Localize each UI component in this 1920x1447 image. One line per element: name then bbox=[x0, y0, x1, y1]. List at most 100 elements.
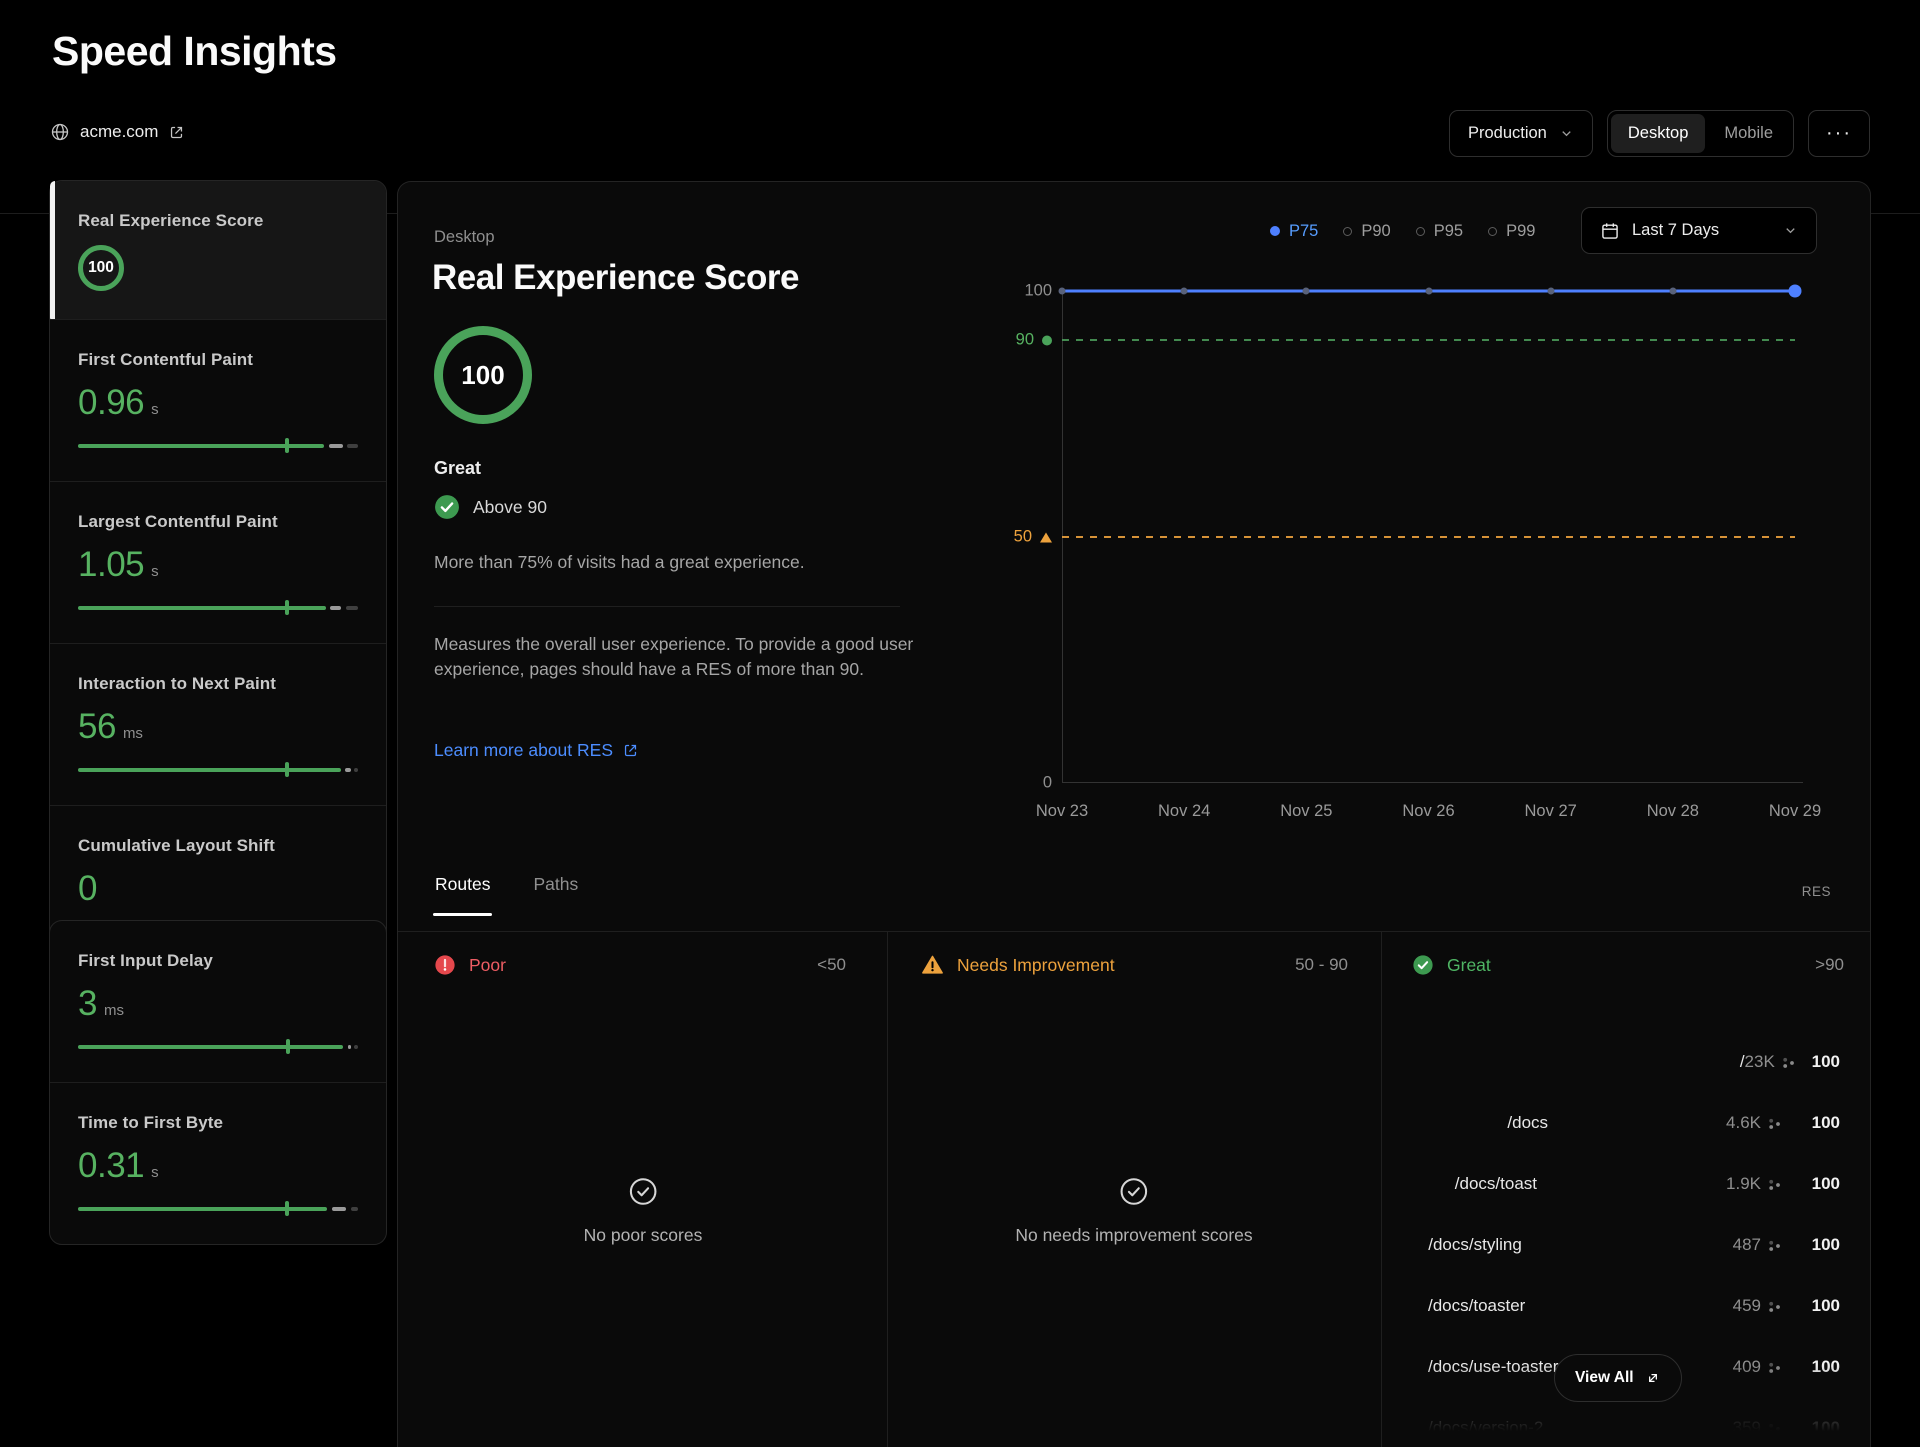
bar-p75-tick bbox=[286, 1039, 290, 1054]
metric-card-first-input-delay[interactable]: First Input Delay3ms bbox=[50, 921, 386, 1082]
x-tick-nov-23: Nov 23 bbox=[1036, 802, 1088, 821]
legend-ring-icon bbox=[1416, 227, 1425, 236]
rating-detail-row: Above 90 bbox=[434, 494, 547, 520]
metric-value: 3ms bbox=[78, 984, 358, 1024]
tab-paths[interactable]: Paths bbox=[533, 874, 578, 916]
route-path: /docs/version-2 bbox=[1428, 1418, 1733, 1438]
samples-icon bbox=[1768, 1422, 1782, 1436]
tab-routes[interactable]: Routes bbox=[435, 874, 490, 916]
needs-improvement-label: Needs Improvement bbox=[957, 955, 1115, 976]
metric-card-time-to-first-byte[interactable]: Time to First Byte0.31s bbox=[50, 1082, 386, 1244]
percentile-legend: P75 P90 P95 P99 bbox=[1270, 218, 1535, 244]
bar-mid-segment bbox=[330, 606, 341, 610]
legend-item-p90[interactable]: P90 bbox=[1343, 222, 1390, 241]
rating-detail-text: Above 90 bbox=[473, 497, 547, 518]
device-toggle-desktop[interactable]: Desktop bbox=[1611, 114, 1706, 153]
device-toggle-mobile[interactable]: Mobile bbox=[1707, 114, 1790, 153]
x-tick-nov-29: Nov 29 bbox=[1769, 802, 1821, 821]
route-row--docs-toast[interactable]: /docs/toast1.9K 100 bbox=[1401, 1159, 1856, 1209]
more-options-button[interactable]: ··· bbox=[1808, 110, 1870, 157]
bar-end-segment bbox=[354, 768, 358, 772]
legend-ring-icon bbox=[1343, 227, 1352, 236]
bar-end-segment bbox=[351, 1207, 358, 1211]
bar-end-segment bbox=[347, 444, 358, 448]
description-text: Measures the overall user experience. To… bbox=[434, 632, 934, 683]
res-column-label: RES bbox=[1802, 884, 1831, 899]
speed-insights-page: Speed Insights acme.com Production Deskt… bbox=[0, 0, 1920, 1447]
view-all-button[interactable]: View All bbox=[1554, 1354, 1682, 1402]
external-link-icon[interactable] bbox=[168, 124, 185, 141]
bar-p75-tick bbox=[285, 1201, 289, 1216]
route-row--[interactable]: /23K100 bbox=[1401, 1037, 1856, 1087]
legend-ring-icon bbox=[1488, 227, 1497, 236]
y-tick-label: 90 bbox=[1016, 331, 1034, 350]
needs-improvement-range: 50 - 90 bbox=[1295, 955, 1348, 975]
poor-label: Poor bbox=[469, 955, 506, 976]
bar-end-segment bbox=[354, 1045, 358, 1049]
bar-mid-segment bbox=[332, 1207, 347, 1211]
metric-distribution-bar bbox=[78, 1039, 358, 1054]
threshold-dot-icon bbox=[1042, 335, 1052, 345]
y-tick-label: 50 bbox=[1014, 528, 1032, 547]
x-tick-nov-28: Nov 28 bbox=[1647, 802, 1699, 821]
domain-row: acme.com bbox=[50, 122, 185, 142]
bar-good-segment bbox=[78, 606, 326, 610]
bar-mid-segment bbox=[329, 444, 343, 448]
legend-item-p75[interactable]: P75 bbox=[1270, 222, 1318, 241]
routes-paths-tabs: Routes Paths bbox=[435, 874, 578, 916]
bar-mid-segment bbox=[345, 768, 351, 772]
metric-unit: ms bbox=[123, 725, 143, 742]
legend-label: P90 bbox=[1361, 222, 1390, 241]
legend-item-p99[interactable]: P99 bbox=[1488, 222, 1535, 241]
route-count: 487 bbox=[1733, 1235, 1761, 1255]
great-range: >90 bbox=[1815, 955, 1844, 975]
learn-more-link[interactable]: Learn more about RES bbox=[434, 740, 639, 761]
metric-card-real-experience-score[interactable]: Real Experience Score100 bbox=[50, 181, 386, 319]
x-tick-nov-27: Nov 27 bbox=[1525, 802, 1577, 821]
globe-icon bbox=[50, 122, 70, 142]
data-point-nov-26 bbox=[1425, 288, 1432, 295]
score-ring-large: 100 bbox=[434, 326, 532, 424]
bar-p75-tick bbox=[285, 762, 289, 777]
device-label: Desktop bbox=[434, 228, 495, 247]
legend-label: P99 bbox=[1506, 222, 1535, 241]
metric-card-interaction-to-next-paint[interactable]: Interaction to Next Paint56ms bbox=[50, 643, 386, 805]
samples-icon bbox=[1768, 1178, 1782, 1192]
samples-icon bbox=[1768, 1300, 1782, 1314]
metric-card-largest-contentful-paint[interactable]: Largest Contentful Paint1.05s bbox=[50, 481, 386, 643]
y-tick-100: 100 bbox=[1024, 282, 1052, 301]
bar-end-segment bbox=[346, 606, 358, 610]
metric-distribution-bar bbox=[78, 1201, 358, 1216]
tabs-divider bbox=[398, 931, 1870, 932]
legend-label: P95 bbox=[1434, 222, 1463, 241]
route-row--docs-styling[interactable]: /docs/styling487100 bbox=[1401, 1220, 1856, 1270]
selected-indicator bbox=[50, 181, 55, 319]
route-score: 100 bbox=[1782, 1174, 1840, 1194]
calendar-icon bbox=[1600, 221, 1620, 241]
expand-icon bbox=[1645, 1370, 1661, 1386]
page-title: Speed Insights bbox=[52, 28, 337, 75]
metric-card-first-contentful-paint[interactable]: First Contentful Paint0.96s bbox=[50, 319, 386, 481]
route-row--docs-toaster[interactable]: /docs/toaster459100 bbox=[1401, 1281, 1856, 1331]
column-divider bbox=[1381, 932, 1382, 1447]
route-row--docs-version-2[interactable]: /docs/version-2359100 bbox=[1401, 1403, 1856, 1447]
route-row--docs[interactable]: /docs4.6K100 bbox=[1401, 1098, 1856, 1148]
legend-item-p95[interactable]: P95 bbox=[1416, 222, 1463, 241]
route-count: 1.9K bbox=[1726, 1174, 1761, 1194]
metric-title: Largest Contentful Paint bbox=[78, 512, 358, 532]
metric-number: 3 bbox=[78, 984, 97, 1024]
toolbar: Production Desktop Mobile ··· bbox=[1449, 110, 1870, 157]
threshold-triangle-icon bbox=[1040, 532, 1052, 542]
route-count: 359 bbox=[1733, 1418, 1761, 1438]
date-range-selector[interactable]: Last 7 Days bbox=[1581, 207, 1817, 254]
environment-selector[interactable]: Production bbox=[1449, 110, 1593, 157]
data-point-nov-24 bbox=[1181, 288, 1188, 295]
score-ring-small: 100 bbox=[78, 245, 124, 291]
route-count: 409 bbox=[1733, 1357, 1761, 1377]
summary-divider bbox=[434, 606, 900, 607]
ellipsis-icon: ··· bbox=[1826, 122, 1852, 145]
route-path: /docs/toast bbox=[1455, 1174, 1726, 1194]
metric-unit: s bbox=[151, 563, 159, 580]
route-score: 100 bbox=[1782, 1357, 1840, 1377]
poor-empty-state: No poor scores bbox=[584, 1176, 703, 1246]
